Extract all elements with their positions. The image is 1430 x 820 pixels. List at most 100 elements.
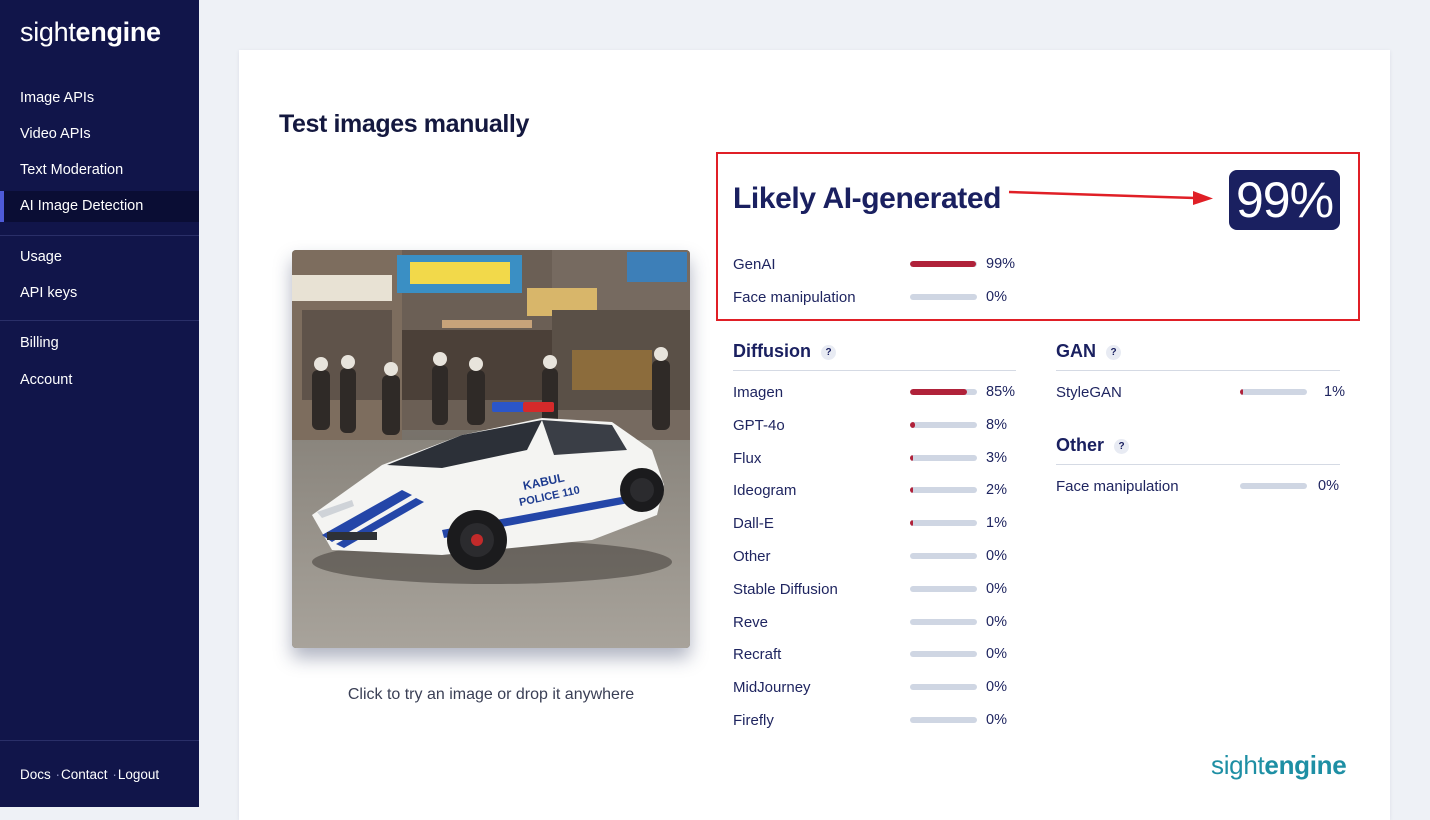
other-title: Other bbox=[1056, 435, 1105, 455]
score-bar bbox=[910, 651, 977, 658]
score-percent: 0% bbox=[986, 646, 1007, 663]
upload-hint: Click to try an image or drop it anywher… bbox=[347, 686, 635, 703]
score-row: Flux 3% bbox=[733, 450, 1026, 470]
score-percent: 2% bbox=[986, 482, 1007, 499]
score-label: Ideogram bbox=[733, 482, 797, 500]
sidebar-item-image-apis[interactable]: Image APIs bbox=[0, 83, 199, 114]
score-bar-fill bbox=[910, 421, 916, 428]
score-bar-fill bbox=[910, 454, 913, 461]
score-label: Face manipulation bbox=[733, 289, 856, 306]
score-row: StyleGAN 1% bbox=[1056, 384, 1364, 404]
sidebar-item-billing[interactable]: Billing bbox=[0, 328, 199, 359]
sidebar-item-ai-image-detection[interactable]: AI Image Detection bbox=[0, 191, 199, 222]
score-label: Recraft bbox=[733, 646, 782, 664]
footer-separator: · bbox=[55, 767, 61, 782]
score-percent: 0% bbox=[986, 712, 1007, 728]
sidebar-item-usage[interactable]: Usage bbox=[0, 242, 199, 273]
score-row: Other 0% bbox=[733, 548, 1026, 568]
score-percent: 3% bbox=[986, 449, 1007, 466]
help-icon[interactable]: ? bbox=[1106, 344, 1121, 360]
score-bar bbox=[910, 389, 977, 395]
score-label: MidJourney bbox=[733, 679, 811, 697]
score-bar bbox=[910, 717, 977, 723]
score-percent: 8% bbox=[986, 416, 1007, 433]
score-bar bbox=[910, 684, 977, 691]
other-heading: Other? bbox=[1056, 435, 1130, 456]
score-row: GenAI 99% bbox=[733, 256, 1026, 276]
diffusion-heading: Diffusion? bbox=[733, 341, 836, 362]
score-percent: 0% bbox=[986, 289, 1007, 305]
score-row: Firefly 0% bbox=[733, 712, 1026, 732]
logo-bold: engine bbox=[75, 17, 162, 47]
score-label: Firefly bbox=[733, 712, 774, 729]
score-bar bbox=[910, 261, 977, 267]
sightengine-logo[interactable]: sightengine bbox=[20, 17, 161, 48]
score-label: StyleGAN bbox=[1056, 384, 1122, 401]
score-bar bbox=[910, 454, 977, 461]
score-percent: 0% bbox=[986, 679, 1007, 696]
score-percent: 0% bbox=[1318, 478, 1339, 494]
score-bar bbox=[1240, 389, 1307, 395]
brand-bold: engine bbox=[1264, 750, 1347, 780]
uploaded-image: KABUL POLICE 110 bbox=[292, 250, 690, 648]
main-card: Test images manually KABUL POLICE 110 Cl… bbox=[239, 50, 1390, 820]
score-bar-fill bbox=[1240, 389, 1243, 395]
score-bar-fill bbox=[910, 520, 913, 527]
score-bar-fill bbox=[910, 487, 913, 494]
score-percent: 0% bbox=[986, 548, 1007, 564]
gan-heading: GAN? bbox=[1056, 341, 1121, 362]
sidebar-item-video-apis[interactable]: Video APIs bbox=[0, 119, 199, 150]
score-bar-fill bbox=[910, 261, 977, 267]
score-row: GPT-4o 8% bbox=[733, 417, 1026, 437]
uploaded-image-dropzone[interactable]: KABUL POLICE 110 bbox=[292, 250, 690, 648]
score-label: Dall-E bbox=[733, 515, 774, 533]
score-label: GPT-4o bbox=[733, 416, 785, 434]
score-row: Ideogram 2% bbox=[733, 482, 1026, 502]
help-icon[interactable]: ? bbox=[1114, 438, 1130, 454]
sidebar-item-account[interactable]: Account bbox=[0, 365, 199, 396]
diffusion-title: Diffusion bbox=[733, 341, 811, 361]
score-label: Stable Diffusion bbox=[733, 580, 838, 598]
score-percent: 1% bbox=[986, 515, 1007, 532]
sidebar-divider bbox=[0, 320, 199, 321]
score-label: Flux bbox=[733, 449, 762, 467]
overall-score-badge: 99% bbox=[1229, 170, 1340, 230]
score-percent: 99% bbox=[986, 256, 1016, 272]
score-row: Reve 0% bbox=[733, 614, 1026, 634]
other-divider bbox=[1056, 464, 1340, 465]
score-bar bbox=[910, 585, 977, 592]
score-row: Face manipulation 0% bbox=[1056, 478, 1358, 498]
score-bar bbox=[910, 520, 977, 527]
logout-link[interactable]: Logout bbox=[118, 767, 159, 782]
score-row: Recraft 0% bbox=[733, 646, 1026, 666]
score-row: MidJourney 0% bbox=[733, 679, 1026, 699]
sidebar-footer: Docs ·Contact ·Logout bbox=[20, 767, 159, 782]
sidebar-item-text-moderation[interactable]: Text Moderation bbox=[0, 155, 199, 186]
sidebar-item-api-keys[interactable]: API keys bbox=[0, 278, 199, 309]
score-percent: 1% bbox=[1324, 384, 1345, 400]
contact-link[interactable]: Contact bbox=[61, 767, 108, 782]
score-bar bbox=[910, 618, 977, 625]
sidebar-divider bbox=[0, 740, 199, 741]
score-bar bbox=[910, 421, 977, 428]
score-percent: 85% bbox=[986, 384, 1016, 400]
score-row: Face manipulation 0% bbox=[733, 289, 1026, 309]
score-label: Imagen bbox=[733, 384, 784, 401]
verdict-heading: Likely AI-generated bbox=[733, 182, 1002, 215]
gan-title: GAN bbox=[1056, 341, 1096, 361]
score-row: Dall-E 1% bbox=[733, 515, 1026, 535]
score-bar bbox=[1240, 483, 1307, 489]
score-percent: 0% bbox=[986, 580, 1007, 597]
score-label: Face manipulation bbox=[1056, 478, 1179, 495]
score-label: Reve bbox=[733, 613, 769, 631]
score-row: Imagen 85% bbox=[733, 384, 1026, 404]
sidebar: sightengine Image APIs Video APIs Text M… bbox=[0, 0, 199, 807]
gan-divider bbox=[1056, 370, 1340, 371]
sidebar-divider bbox=[0, 235, 199, 236]
diffusion-divider bbox=[733, 370, 1016, 371]
docs-link[interactable]: Docs bbox=[20, 767, 51, 782]
page-title: Test images manually bbox=[279, 110, 529, 138]
score-row: Stable Diffusion 0% bbox=[733, 581, 1026, 601]
score-percent: 0% bbox=[986, 613, 1007, 630]
help-icon[interactable]: ? bbox=[821, 344, 836, 360]
